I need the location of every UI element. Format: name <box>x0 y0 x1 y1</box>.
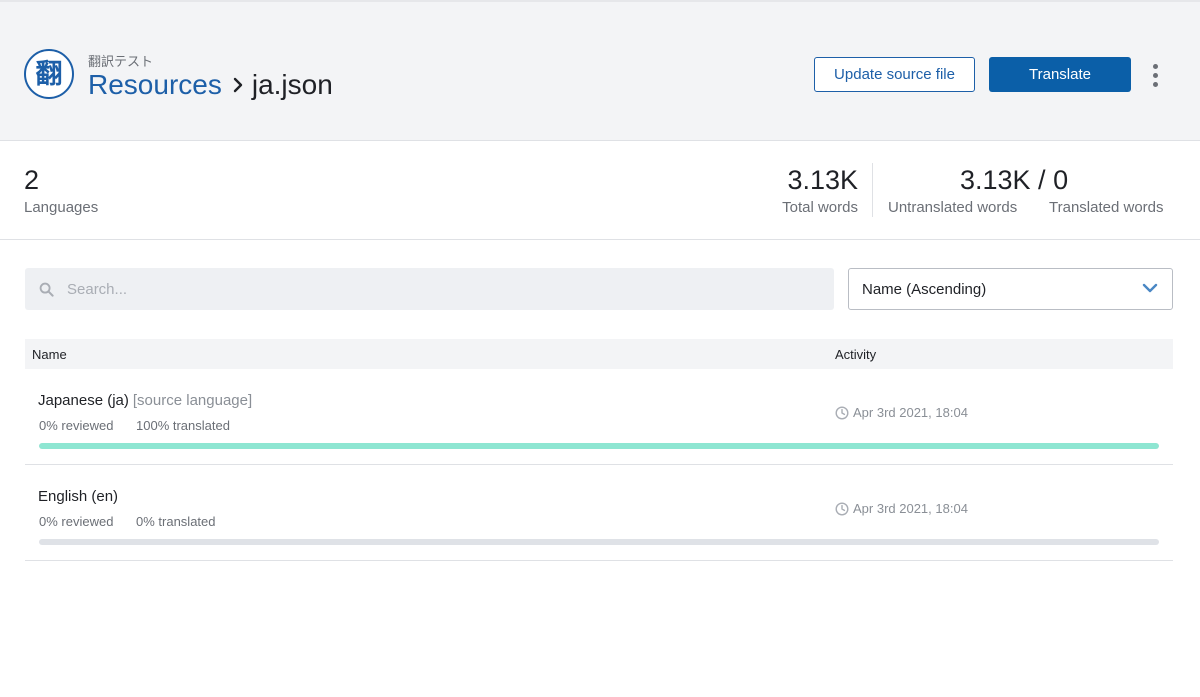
table-row[interactable]: Japanese (ja) [source language] 0% review… <box>25 369 1173 465</box>
stats-divider <box>872 163 873 217</box>
chevron-right-icon <box>232 77 244 93</box>
activity-timestamp: Apr 3rd 2021, 18:04 <box>835 501 968 516</box>
languages-count: 2 <box>24 165 40 195</box>
breadcrumb-resources-link[interactable]: Resources <box>88 68 222 102</box>
project-logo[interactable]: 翻 <box>24 49 74 99</box>
sort-select-value: Name (Ascending) <box>862 280 987 298</box>
source-language-tag: [source language] <box>132 392 253 409</box>
total-words-count: 3.13K <box>787 165 858 195</box>
untranslated-words-label: Untranslated words <box>888 199 1018 216</box>
table-row[interactable]: English (en) 0% reviewed 0% translated A… <box>25 465 1173 561</box>
activity-timestamp: Apr 3rd 2021, 18:04 <box>835 405 968 420</box>
clock-icon <box>835 405 849 420</box>
search-box <box>25 268 834 310</box>
activity-text: Apr 3rd 2021, 18:04 <box>853 405 968 420</box>
translated-words-label: Translated words <box>1049 199 1164 216</box>
language-name-text: English (en) <box>38 488 119 505</box>
page-header: 翻 翻訳テスト Resources ja.json Update source … <box>0 0 1200 141</box>
kebab-menu-icon[interactable] <box>1142 60 1168 90</box>
column-header-name[interactable]: Name <box>32 347 67 362</box>
translated-stat: 0% translated <box>136 514 216 529</box>
activity-text: Apr 3rd 2021, 18:04 <box>853 501 968 516</box>
sort-select[interactable]: Name (Ascending) <box>848 268 1173 310</box>
breadcrumb: Resources ja.json <box>88 68 333 102</box>
breadcrumb-current: ja.json <box>251 69 333 100</box>
progress-bar <box>39 539 1159 545</box>
search-input[interactable] <box>67 280 807 298</box>
language-name: English (en) <box>38 488 118 505</box>
untranslated-translated-count: 3.13K / 0 <box>960 165 1069 195</box>
search-icon <box>38 281 54 297</box>
reviewed-stat: 0% reviewed <box>39 514 114 529</box>
update-source-file-button[interactable]: Update source file <box>814 57 975 92</box>
progress-bar-fill <box>39 443 1159 449</box>
language-name-text: Japanese (ja) <box>38 392 129 409</box>
project-logo-glyph: 翻 <box>35 58 63 90</box>
stats-bar: 2 Languages 3.13K Total words 3.13K / 0 … <box>0 141 1200 240</box>
languages-label: Languages <box>24 199 99 216</box>
translated-stat: 100% translated <box>136 418 230 433</box>
column-header-activity[interactable]: Activity <box>835 347 876 362</box>
clock-icon <box>835 501 849 516</box>
progress-bar <box>39 443 1159 449</box>
chevron-down-icon <box>1142 280 1158 298</box>
table-header: Name Activity <box>25 339 1173 369</box>
translate-button[interactable]: Translate <box>989 57 1131 92</box>
reviewed-stat: 0% reviewed <box>39 418 114 433</box>
total-words-label: Total words <box>782 199 858 216</box>
language-name: Japanese (ja) [source language] <box>38 392 252 409</box>
